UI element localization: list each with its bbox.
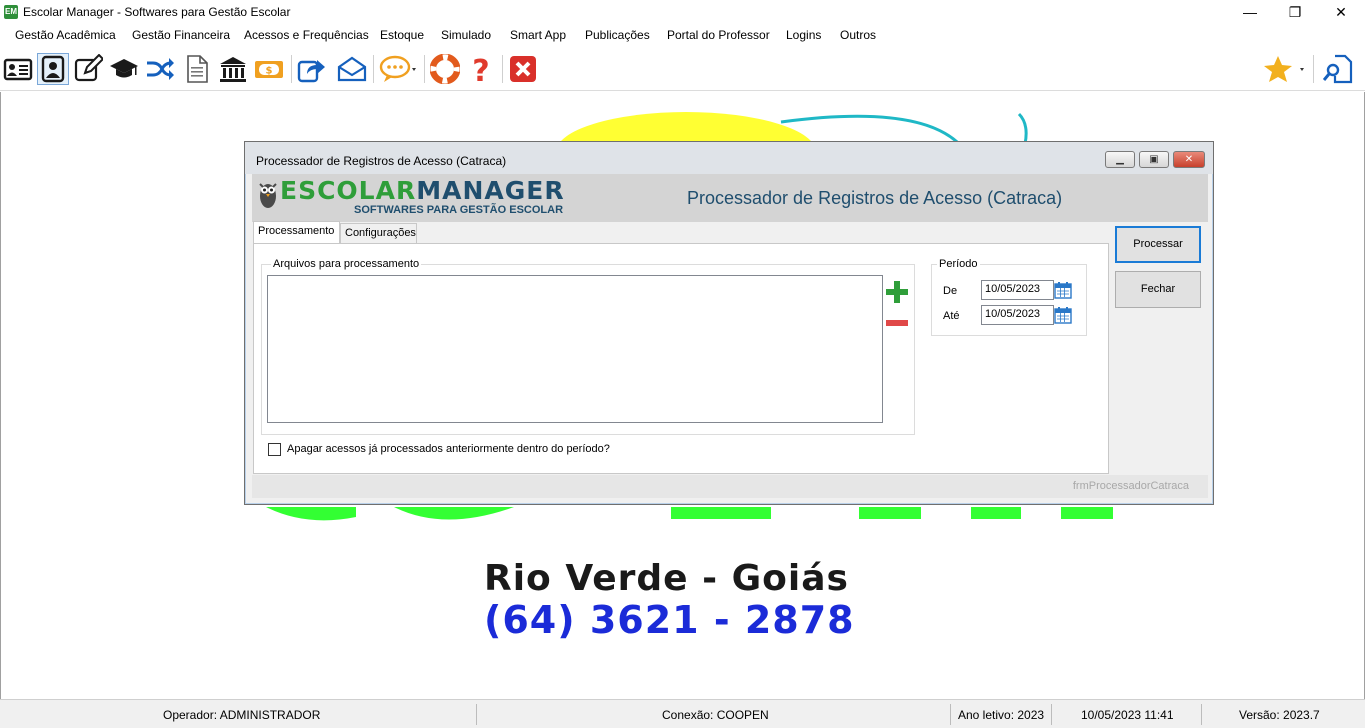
person-card-icon[interactable] (37, 53, 69, 85)
menu-bar: Gestão Acadêmica Gestão Financeira Acess… (0, 25, 1365, 47)
toolbar-separator (373, 55, 374, 83)
period-group-label: Período (937, 258, 980, 270)
status-version: Versão: 2023.7 (1239, 708, 1320, 722)
window-title: Escolar Manager - Softwares para Gestão … (23, 5, 291, 19)
dialog-footer: frmProcessadorCatraca (252, 475, 1208, 498)
brand-tagline: SOFTWARES PARA GESTÃO ESCOLAR (354, 204, 564, 216)
status-separator (476, 704, 477, 725)
status-operator: Operador: ADMINISTRADOR (163, 708, 321, 722)
toolbar-separator (502, 55, 503, 83)
help-icon[interactable]: ? (465, 53, 497, 85)
toolbar-separator (424, 55, 425, 83)
tab-processamento[interactable]: Processamento (253, 221, 340, 243)
from-date-input[interactable]: 10/05/2023 (981, 280, 1054, 300)
dialog-header-banner: ESCOLARMANAGER SOFTWARES PARA GESTÃO ESC… (252, 174, 1208, 222)
status-school-year: Ano letivo: 2023 (958, 708, 1045, 722)
dialog-heading: Processador de Registros de Acesso (Catr… (687, 188, 1063, 208)
app-logo-icon: EM (4, 5, 18, 19)
toolbar: $ ? (0, 47, 1365, 91)
menu-outros[interactable]: Outros (840, 28, 876, 42)
chat-icon[interactable] (377, 53, 419, 85)
lifebuoy-icon[interactable] (429, 53, 461, 85)
svg-text:$: $ (266, 66, 273, 77)
close-button[interactable]: Fechar (1115, 271, 1201, 308)
add-file-button[interactable] (885, 280, 909, 304)
menu-acessos-frequencias[interactable]: Acessos e Frequências (244, 28, 369, 42)
brand-logo-word-1: ESCOLAR (280, 176, 417, 205)
toolbar-separator (291, 55, 292, 83)
menu-estoque[interactable]: Estoque (380, 28, 424, 42)
graduation-cap-icon[interactable] (108, 53, 140, 85)
menu-smart-app[interactable]: Smart App (510, 28, 566, 42)
delete-processed-label: Apagar acessos já processados anteriorme… (287, 443, 610, 455)
status-separator (950, 704, 951, 725)
form-name-label: frmProcessadorCatraca (1072, 480, 1189, 492)
tab-panel-processamento: Arquivos para processamento Período De 1… (253, 243, 1109, 474)
period-group: Período De 10/05/2023 Até 10/05/2023 (931, 258, 1087, 336)
status-separator (1201, 704, 1202, 725)
document-icon[interactable] (181, 53, 213, 85)
dialog-title-bar: Processador de Registros de Acesso (Catr… (245, 142, 1213, 174)
processor-dialog: Processador de Registros de Acesso (Catr… (244, 141, 1214, 505)
svg-text:?: ? (472, 54, 489, 84)
shuffle-icon[interactable] (144, 53, 176, 85)
maximize-button[interactable]: ❐ (1272, 0, 1318, 25)
money-icon[interactable]: $ (253, 53, 285, 85)
bank-icon[interactable] (217, 53, 249, 85)
files-group: Arquivos para processamento (261, 258, 915, 435)
to-calendar-icon[interactable] (1054, 306, 1072, 324)
search-doc-icon[interactable] (1322, 53, 1354, 85)
to-label: Até (943, 310, 960, 322)
id-card-icon[interactable] (2, 53, 34, 85)
minimize-button[interactable]: — (1227, 0, 1273, 25)
background-city-text: Rio Verde - Goiás (484, 558, 849, 599)
menu-portal-professor[interactable]: Portal do Professor (667, 28, 770, 42)
share-icon[interactable] (295, 53, 327, 85)
owl-logo-icon (259, 183, 277, 208)
files-listbox[interactable] (267, 275, 883, 423)
from-calendar-icon[interactable] (1054, 281, 1072, 299)
remove-file-button[interactable] (885, 311, 909, 335)
to-date-input[interactable]: 10/05/2023 (981, 305, 1054, 325)
menu-gestao-financeira[interactable]: Gestão Financeira (132, 28, 230, 42)
delete-processed-checkbox[interactable] (268, 443, 281, 456)
brand-logo: ESCOLARMANAGER (280, 176, 565, 205)
status-bar: Operador: ADMINISTRADOR Conexão: COOPEN … (0, 699, 1365, 728)
files-group-label: Arquivos para processamento (271, 258, 422, 270)
toolbar-separator (1313, 55, 1314, 83)
star-icon[interactable] (1262, 53, 1308, 85)
status-datetime: 10/05/2023 11:41 (1081, 708, 1174, 722)
dialog-close-button[interactable]: ✕ (1173, 151, 1205, 168)
brand-logo-word-2: MANAGER (416, 176, 565, 205)
close-icon[interactable] (507, 53, 539, 85)
dialog-restore-button[interactable]: ▣ (1139, 151, 1169, 168)
dialog-title: Processador de Registros de Acesso (Catr… (256, 154, 507, 168)
title-bar: EM Escolar Manager - Softwares para Gest… (0, 0, 1365, 25)
background-phone-text: (64) 3621 - 2878 (484, 598, 855, 642)
process-button[interactable]: Processar (1115, 226, 1201, 263)
tab-configuracoes[interactable]: Configurações (340, 223, 417, 243)
menu-gestao-academica[interactable]: Gestão Acadêmica (15, 28, 116, 42)
menu-publicacoes[interactable]: Publicações (585, 28, 650, 42)
dialog-minimize-button[interactable]: ▁ (1105, 151, 1135, 168)
from-label: De (943, 285, 958, 297)
menu-logins[interactable]: Logins (786, 28, 821, 42)
status-connection: Conexão: COOPEN (662, 708, 769, 722)
edit-icon[interactable] (72, 53, 104, 85)
mail-icon[interactable] (336, 53, 368, 85)
status-separator (1051, 704, 1052, 725)
close-window-button[interactable]: ✕ (1318, 0, 1364, 25)
menu-simulado[interactable]: Simulado (441, 28, 491, 42)
